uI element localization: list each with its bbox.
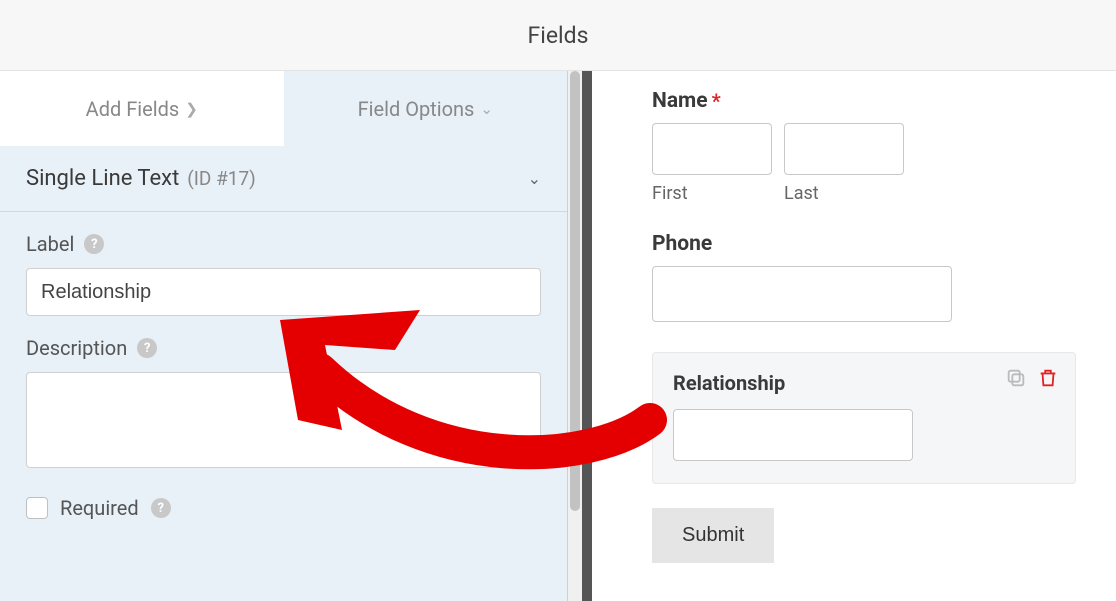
submit-button[interactable]: Submit <box>652 508 774 563</box>
tab-field-options-label: Field Options <box>358 97 475 121</box>
phone-field-label: Phone <box>652 232 1076 256</box>
field-actions <box>1005 367 1059 389</box>
required-label: Required <box>60 496 139 520</box>
description-textarea[interactable] <box>26 372 541 468</box>
description-field-group: Description ? <box>0 316 567 472</box>
name-label-text: Name <box>652 89 708 113</box>
tab-add-fields-label: Add Fields <box>86 97 180 121</box>
form-preview: Name * First Last Phone Relationship <box>602 71 1116 601</box>
first-sublabel: First <box>652 183 772 204</box>
description-text: Description <box>26 336 127 360</box>
panel-divider <box>568 71 602 601</box>
trash-icon[interactable] <box>1037 367 1059 389</box>
drag-handle[interactable] <box>582 71 592 601</box>
relationship-input[interactable] <box>673 409 913 461</box>
required-star-icon: * <box>712 89 721 113</box>
label-input[interactable] <box>26 268 541 316</box>
selected-field-relationship[interactable]: Relationship <box>652 352 1076 484</box>
phone-input[interactable] <box>652 266 952 322</box>
left-panel: Add Fields ❯ Field Options ⌄ Single Line… <box>0 71 568 601</box>
required-checkbox[interactable] <box>26 497 48 519</box>
page-title: Fields <box>528 22 589 49</box>
main-layout: Add Fields ❯ Field Options ⌄ Single Line… <box>0 71 1116 601</box>
field-section-header[interactable]: Single Line Text (ID #17) ⌄ <box>0 146 567 212</box>
first-name-input[interactable] <box>652 123 772 175</box>
tab-add-fields[interactable]: Add Fields ❯ <box>0 71 284 146</box>
name-sublabels: First Last <box>652 183 1076 204</box>
label-field-group: Label ? <box>0 212 567 316</box>
name-field-label: Name * <box>652 89 1076 113</box>
section-title: Single Line Text <box>26 166 179 191</box>
scrollbar-track[interactable] <box>568 71 582 601</box>
scrollbar-thumb[interactable] <box>570 71 580 511</box>
help-icon[interactable]: ? <box>151 498 171 518</box>
last-name-input[interactable] <box>784 123 904 175</box>
help-icon[interactable]: ? <box>84 234 104 254</box>
duplicate-icon[interactable] <box>1005 367 1027 389</box>
section-id: (ID #17) <box>187 167 256 190</box>
name-inputs-row <box>652 123 1076 175</box>
description-field-label: Description ? <box>26 336 541 360</box>
relationship-field-label: Relationship <box>673 371 1055 395</box>
chevron-down-icon: ⌄ <box>480 100 493 118</box>
chevron-right-icon: ❯ <box>185 100 198 118</box>
help-icon[interactable]: ? <box>137 338 157 358</box>
chevron-down-icon: ⌄ <box>528 169 541 188</box>
label-field-label: Label ? <box>26 232 541 256</box>
label-text: Label <box>26 232 74 256</box>
tab-field-options[interactable]: Field Options ⌄ <box>284 71 568 146</box>
section-title-wrap: Single Line Text (ID #17) <box>26 166 256 191</box>
top-bar: Fields <box>0 0 1116 71</box>
last-sublabel: Last <box>784 183 904 204</box>
panel-tabs: Add Fields ❯ Field Options ⌄ <box>0 71 567 146</box>
required-row: Required ? <box>0 472 567 544</box>
